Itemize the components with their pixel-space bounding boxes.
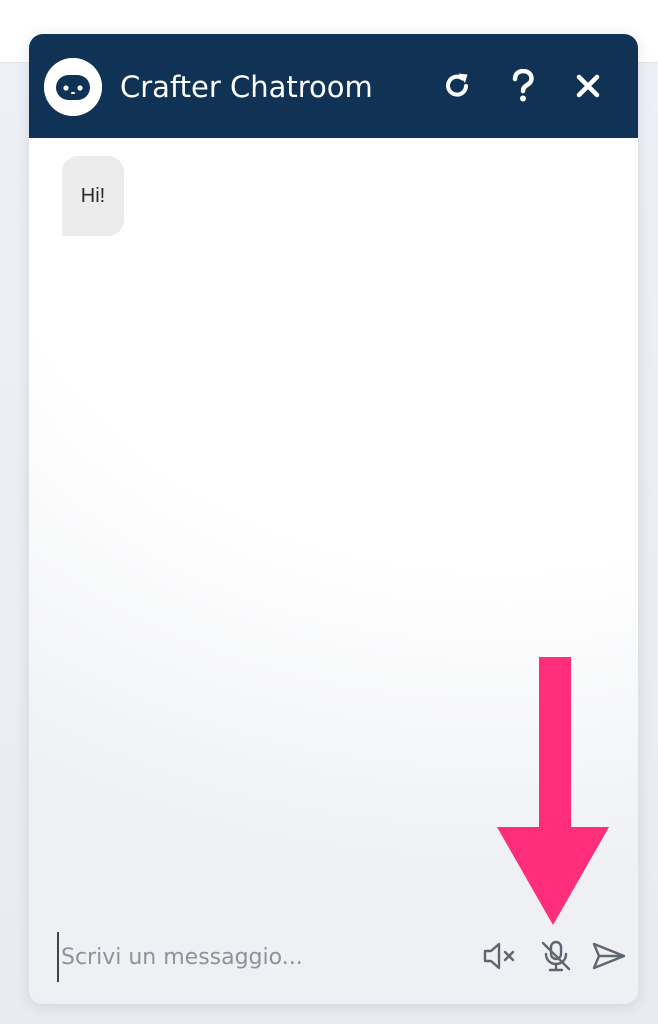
close-icon [576, 74, 600, 98]
question-mark-icon [512, 69, 534, 102]
microphone-off-icon [541, 940, 571, 972]
composer-bar [29, 904, 638, 1004]
microphone-button[interactable] [536, 936, 576, 976]
send-icon [592, 942, 626, 970]
bot-message-bubble: Hi! [62, 156, 124, 236]
mute-audio-button[interactable] [480, 936, 520, 976]
close-button[interactable] [568, 66, 608, 106]
chat-widget: Crafter Chatroom Hi! [29, 34, 638, 1004]
refresh-button[interactable] [437, 66, 477, 106]
refresh-icon [446, 73, 468, 97]
robot-face-icon [44, 58, 102, 116]
send-button[interactable] [589, 936, 629, 976]
message-list: Hi! [29, 144, 638, 904]
speaker-muted-icon [483, 942, 515, 970]
chat-header: Crafter Chatroom [29, 34, 638, 138]
help-button[interactable] [503, 66, 543, 106]
chat-title: Crafter Chatroom [120, 70, 373, 104]
message-input[interactable] [57, 932, 463, 982]
